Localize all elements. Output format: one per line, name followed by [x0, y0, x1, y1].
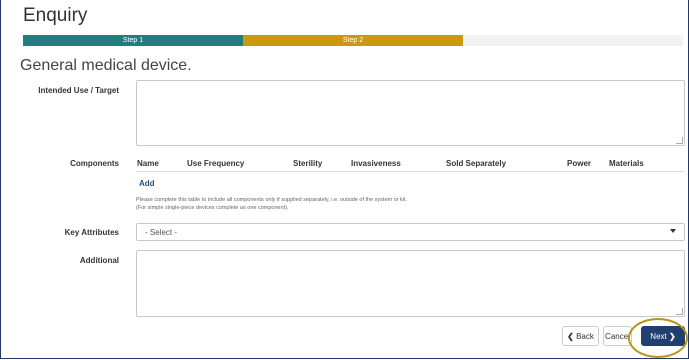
- column-header-materials: Materials: [609, 159, 644, 168]
- key-attributes-label: Key Attributes: [64, 228, 119, 237]
- back-button-label: Back: [576, 331, 594, 341]
- next-button[interactable]: Next ❯: [641, 326, 685, 346]
- column-header-invasiveness: Invasiveness: [351, 159, 401, 168]
- additional-label: Additional: [79, 256, 119, 265]
- column-header-power: Power: [567, 159, 592, 168]
- column-header-name: Name: [137, 159, 159, 168]
- cancel-button-label: Cancel: [605, 331, 630, 341]
- back-button[interactable]: ❮ Back: [562, 326, 599, 346]
- next-button-label: Next: [650, 331, 667, 341]
- step-1: Step 1: [23, 35, 243, 46]
- chevron-down-icon: [670, 229, 676, 233]
- cancel-button[interactable]: Cancel: [603, 326, 632, 346]
- column-header-sterility: Sterility: [293, 159, 323, 168]
- add-component-link[interactable]: Add: [139, 179, 155, 188]
- column-header-use-frequency: Use Frequency: [187, 159, 245, 168]
- chevron-right-icon: ❯: [668, 331, 676, 341]
- step-2: Step 2: [243, 35, 463, 46]
- help-line-1: Please complete this table to include al…: [136, 197, 408, 203]
- progress-steps: Step 1 Step 2: [23, 35, 683, 46]
- key-attributes-selected-value: - Select -: [145, 228, 178, 237]
- additional-textarea[interactable]: [136, 250, 685, 317]
- chevron-left-icon: ❮: [567, 331, 574, 341]
- intended-use-textarea[interactable]: [136, 80, 685, 146]
- components-help-text: Please complete this table to include al…: [136, 196, 407, 212]
- help-line-2: (For simple single-piece devices complet…: [136, 205, 289, 211]
- table-divider: [136, 171, 685, 172]
- resize-grip-icon[interactable]: [676, 308, 683, 315]
- page-title: Enquiry: [23, 5, 88, 26]
- key-attributes-select[interactable]: - Select -: [136, 223, 685, 241]
- intended-use-label: Intended Use / Target: [38, 86, 119, 95]
- section-title: General medical device.: [20, 57, 192, 74]
- resize-grip-icon[interactable]: [676, 137, 683, 144]
- components-label: Components: [70, 159, 119, 168]
- column-header-sold-separately: Sold Separately: [446, 159, 507, 168]
